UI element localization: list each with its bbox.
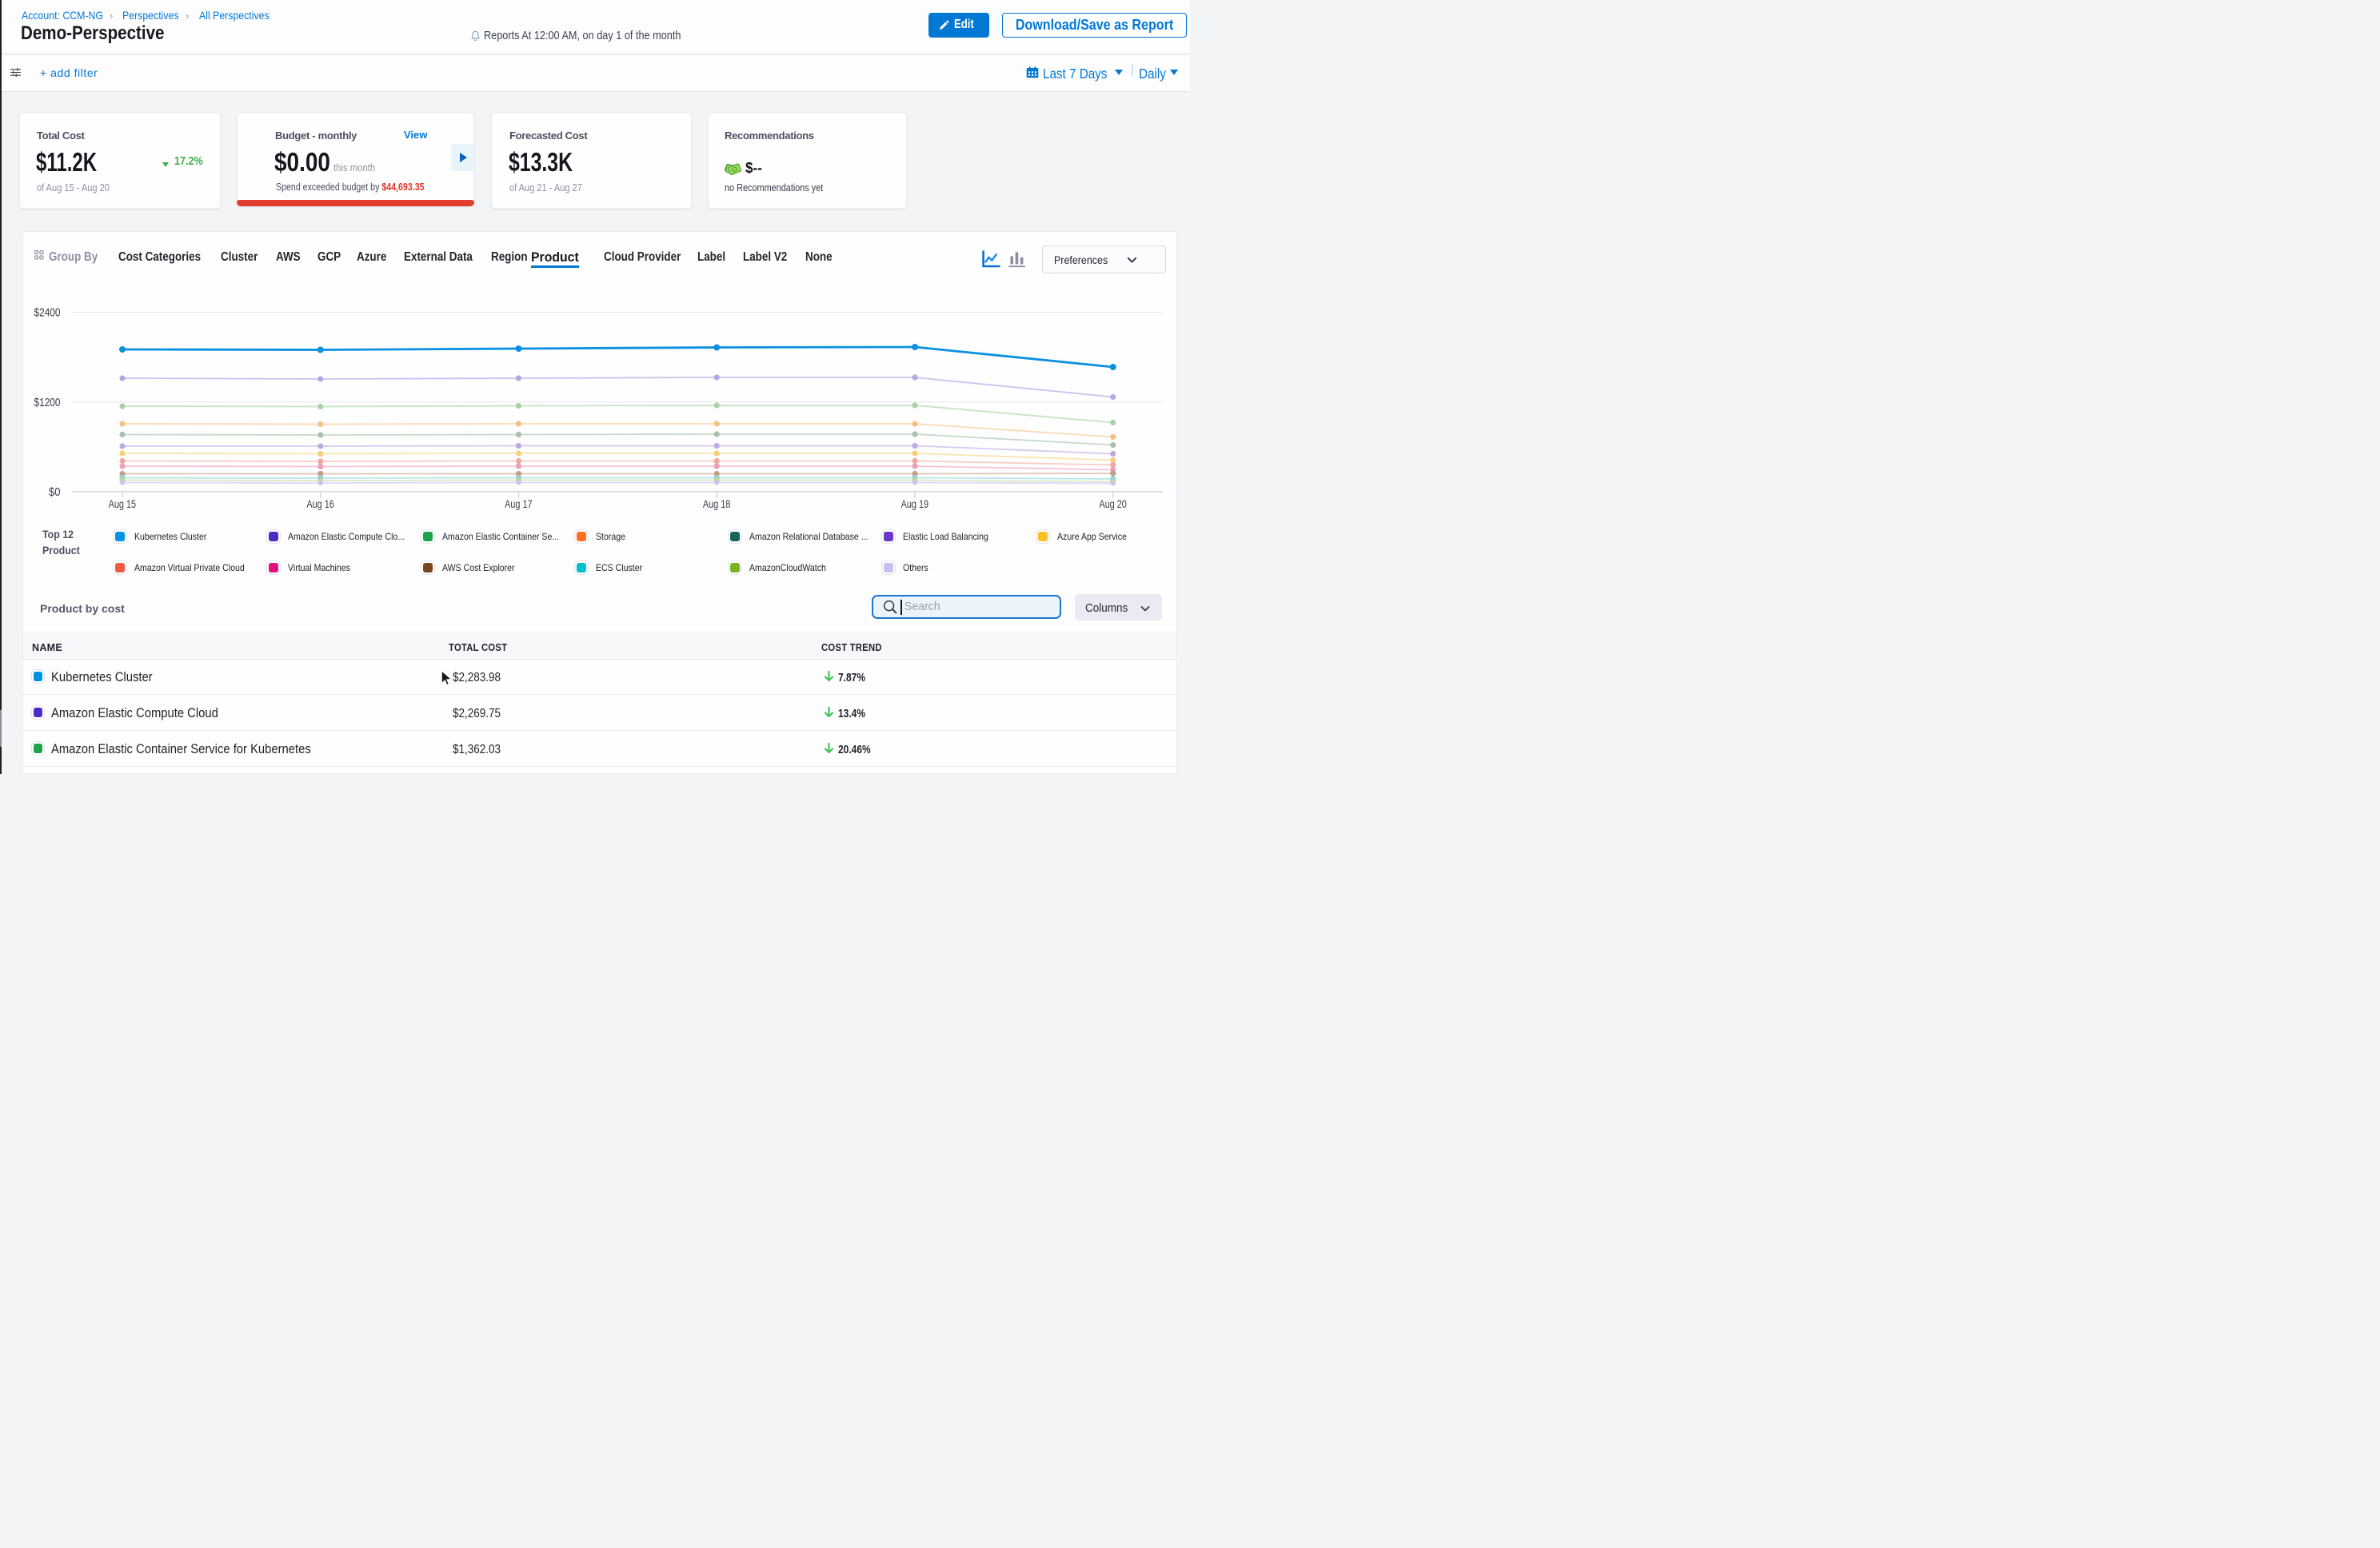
svg-text:Aug 16: Aug 16 bbox=[306, 497, 334, 510]
svg-text:Aug 17: Aug 17 bbox=[505, 497, 533, 510]
svg-text:$2400: $2400 bbox=[34, 306, 61, 320]
svg-text:Aug 19: Aug 19 bbox=[901, 497, 929, 510]
svg-text:Aug 15: Aug 15 bbox=[109, 497, 137, 510]
svg-text:$1200: $1200 bbox=[34, 396, 61, 409]
svg-text:Aug 18: Aug 18 bbox=[703, 497, 731, 510]
svg-text:Aug 20: Aug 20 bbox=[1099, 497, 1127, 510]
svg-text:$0: $0 bbox=[49, 485, 61, 499]
